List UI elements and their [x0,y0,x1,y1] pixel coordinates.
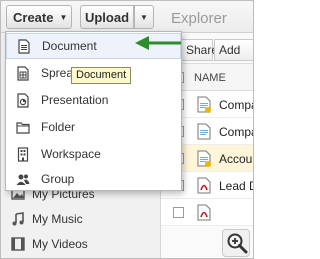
create-menu: Document Spreadsheet Presentation Folder… [5,31,182,191]
menu-item-folder[interactable]: Folder [6,114,181,140]
document-icon [197,123,211,140]
videos-icon [11,237,25,251]
share-button[interactable]: Share [181,39,218,61]
top-toolbar: Create ▼ Upload ▼ Explorer [1,1,253,33]
tooltip: Document [71,67,132,84]
table-row[interactable] [161,199,253,226]
create-button[interactable]: Create ▼ [6,5,72,29]
row-checkbox[interactable] [173,207,184,218]
pdf-icon [197,204,211,221]
pdf-icon [197,177,211,194]
chevron-down-icon: ▼ [59,12,68,22]
document-icon [17,38,31,54]
folder-icon [16,120,30,135]
file-name[interactable]: Compa [219,125,253,139]
menu-item-label: Document [42,39,97,53]
file-name[interactable]: Compa [219,98,253,112]
app-window: Create ▼ Upload ▼ Explorer My Pictures M… [0,0,254,259]
spreadsheet-icon [16,65,30,81]
workspace-icon [16,146,30,162]
menu-item-label: Group [41,172,75,186]
page-title: Explorer [171,10,227,27]
menu-item-label: Folder [41,120,76,134]
document-icon [197,96,211,113]
zoom-in-icon[interactable] [222,229,250,257]
create-button-label: Create [13,9,54,25]
group-icon [16,172,30,187]
menu-item-workspace[interactable]: Workspace [6,141,181,167]
file-name[interactable]: Lead D [219,179,253,193]
menu-item-group[interactable]: Group [6,166,181,192]
music-icon [11,212,25,226]
menu-item-label: Workspace [41,147,101,161]
file-name[interactable]: Accour [219,152,253,166]
add-button[interactable]: Add [214,39,253,61]
menu-item-label: Presentation [41,93,109,107]
document-icon [197,150,211,167]
column-header-name[interactable]: NAME [194,72,226,84]
action-bar: Share Add [181,39,253,61]
sidebar-item-my-music[interactable]: My Music [11,210,83,228]
sidebar-item-label: My Music [32,212,83,226]
chevron-down-icon: ▼ [140,12,148,22]
upload-button[interactable]: Upload [80,5,134,29]
sidebar-item-my-videos[interactable]: My Videos [11,235,88,253]
menu-item-presentation[interactable]: Presentation [6,87,181,113]
presentation-icon [16,92,30,108]
sidebar-item-label: My Videos [32,237,88,251]
upload-button-label: Upload [84,9,130,25]
upload-dropdown-button[interactable]: ▼ [134,5,154,29]
arrow-left-icon [133,34,183,52]
